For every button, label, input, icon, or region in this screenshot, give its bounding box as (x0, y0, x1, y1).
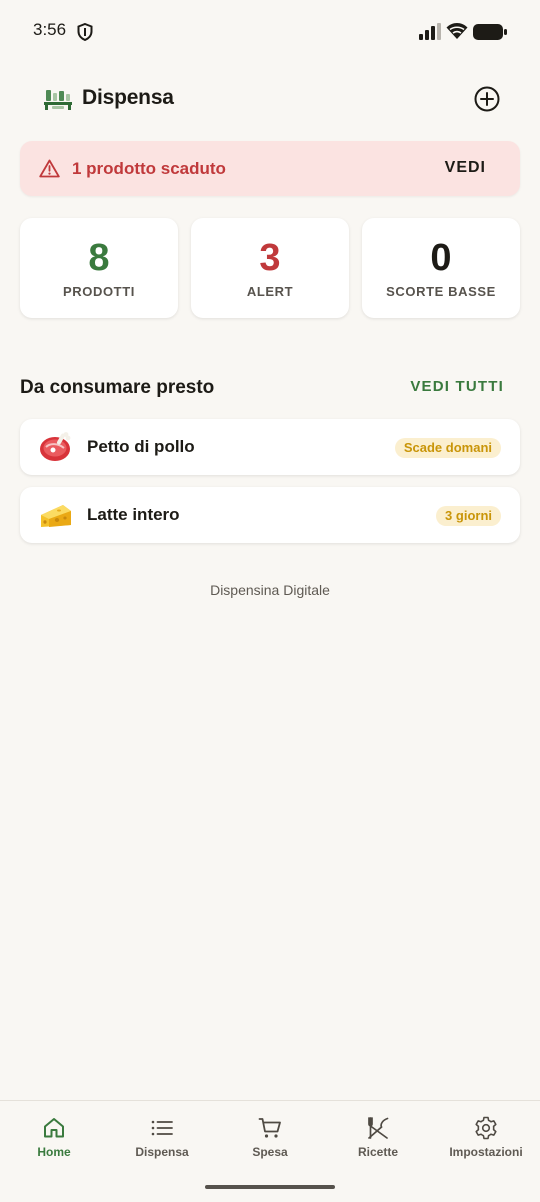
stat-value: 3 (259, 237, 281, 279)
alert-view-button[interactable]: VEDI (445, 159, 486, 177)
nav-item-home[interactable]: Home (0, 1101, 108, 1171)
stat-label: ALERT (246, 284, 294, 299)
nav-label: Impostazioni (449, 1145, 523, 1159)
list-item[interactable]: Petto di pollo Scade domani (20, 419, 520, 475)
stat-label: PRODOTTI (63, 284, 135, 299)
battery-icon (473, 24, 507, 40)
status-bar: 3:56 (0, 0, 540, 62)
stat-value: 8 (88, 237, 110, 279)
stat-value: 0 (430, 237, 452, 279)
expiry-badge: Scade domani (394, 438, 501, 458)
cheese-icon (41, 505, 71, 527)
see-all-button[interactable]: VEDI TUTTI (410, 378, 504, 395)
nav-item-dispensa[interactable]: Dispensa (108, 1101, 216, 1171)
app-footer-text: Dispensina Digitale (210, 582, 330, 598)
warning-icon (39, 159, 60, 178)
app-header: Dispensa (0, 74, 540, 124)
add-circle-icon[interactable] (472, 84, 502, 114)
nav-item-spesa[interactable]: Spesa (216, 1101, 324, 1171)
stat-card-low-stock[interactable]: 0 SCORTE BASSE (362, 218, 520, 318)
cellular-signal-icon (419, 23, 441, 40)
stat-label: SCORTE BASSE (386, 284, 496, 299)
home-indicator[interactable] (205, 1185, 335, 1189)
product-name: Petto di pollo (87, 437, 195, 456)
nav-item-impostazioni[interactable]: Impostazioni (432, 1101, 540, 1171)
meat-icon (40, 432, 71, 461)
alert-text: 1 prodotto scaduto (72, 159, 226, 178)
list-item[interactable]: Latte intero 3 giorni (20, 487, 520, 543)
nav-item-ricette[interactable]: Ricette (324, 1101, 432, 1171)
page-title: Dispensa (82, 86, 174, 109)
expired-alert-banner[interactable]: 1 prodotto scaduto VEDI (20, 141, 520, 196)
pantry-shelf-icon (44, 90, 72, 110)
stat-card-alerts[interactable]: 3 ALERT (191, 218, 349, 318)
nav-label: Spesa (252, 1145, 288, 1159)
stat-card-products[interactable]: 8 PRODOTTI (20, 218, 178, 318)
nav-label: Home (37, 1145, 71, 1159)
list-icon (151, 1120, 173, 1136)
home-icon (44, 1118, 64, 1138)
shield-icon (77, 23, 93, 41)
nav-label: Dispensa (135, 1145, 189, 1159)
gear-icon (475, 1116, 497, 1140)
section-title: Da consumare presto (20, 377, 215, 398)
cart-icon (258, 1118, 281, 1138)
utensils-icon (368, 1117, 389, 1139)
status-time: 3:56 (33, 20, 67, 39)
product-name: Latte intero (87, 505, 180, 524)
nav-label: Ricette (357, 1145, 398, 1159)
expiry-badge: 3 giorni (436, 506, 501, 526)
wifi-icon (446, 23, 468, 39)
